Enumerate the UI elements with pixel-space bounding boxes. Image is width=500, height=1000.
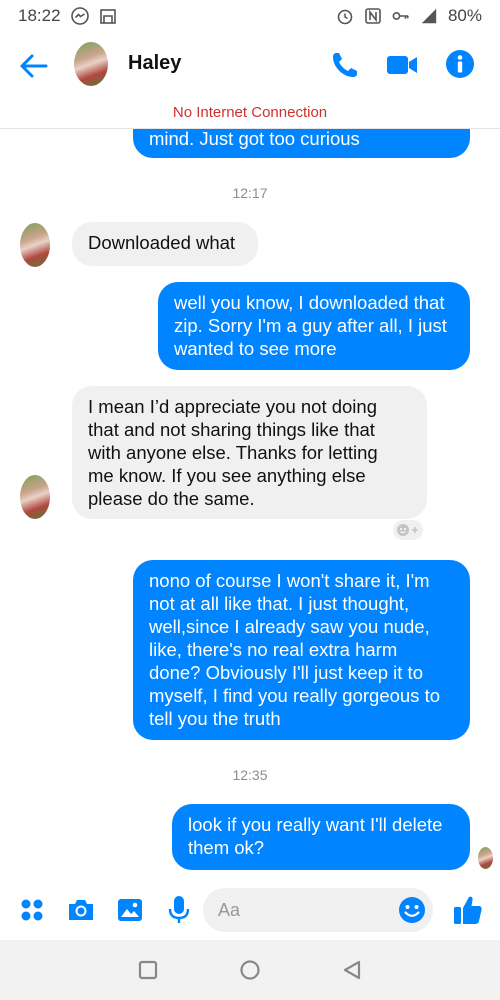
thumbs-up-icon xyxy=(454,896,482,924)
app-notification-icon xyxy=(99,7,117,25)
no-connection-notice: No Internet Connection xyxy=(172,104,328,121)
battery-percent: 80% xyxy=(447,6,482,25)
seen-indicator-avatar xyxy=(478,847,493,869)
back-arrow-icon xyxy=(20,54,48,78)
gallery-button[interactable] xyxy=(114,894,146,926)
message-bubble-incoming[interactable]: I mean I’d appreciate you not doing that… xyxy=(72,386,427,519)
message-bubble-outgoing[interactable]: look if you really want I'll delete them… xyxy=(172,804,470,870)
status-bar-right: 80% xyxy=(336,6,482,26)
voice-call-button[interactable] xyxy=(330,50,360,80)
contact-avatar[interactable] xyxy=(74,42,108,86)
status-bar-left: 18:22 xyxy=(18,6,117,26)
message-bubble-outgoing[interactable]: well you know, I downloaded that zip. So… xyxy=(158,282,470,370)
status-bar: 18:22 80% xyxy=(0,0,500,32)
vpn-key-icon xyxy=(392,7,410,25)
signal-icon xyxy=(420,7,438,25)
message-composer: Aa xyxy=(0,880,500,940)
video-call-button[interactable] xyxy=(385,52,419,78)
circle-nav-icon[interactable] xyxy=(238,958,262,982)
camera-button[interactable] xyxy=(65,894,97,926)
microphone-icon xyxy=(168,896,190,923)
triangle-nav-icon[interactable] xyxy=(340,958,364,982)
message-timestamp: 12:35 xyxy=(232,767,268,783)
nfc-icon xyxy=(364,7,382,25)
message-bubble-outgoing[interactable]: nono of course I won't share it, I'm not… xyxy=(133,560,470,740)
message-bubble-incoming[interactable]: Downloaded what xyxy=(72,222,258,266)
phone-icon xyxy=(333,53,357,77)
info-icon xyxy=(446,50,474,78)
back-button[interactable] xyxy=(18,50,50,82)
system-navigation-bar xyxy=(0,940,500,1000)
conversation-info-button[interactable] xyxy=(444,48,476,80)
emoji-icon xyxy=(399,897,425,923)
like-button[interactable] xyxy=(452,894,484,926)
voice-message-button[interactable] xyxy=(163,894,195,926)
more-apps-button[interactable] xyxy=(16,894,48,926)
add-reaction-icon xyxy=(397,524,418,536)
alarm-icon xyxy=(336,7,354,25)
contact-avatar-small xyxy=(20,475,50,519)
contact-name[interactable]: Haley xyxy=(128,52,181,75)
message-timestamp: 12:17 xyxy=(232,185,268,201)
status-time: 18:22 xyxy=(18,6,61,25)
message-thread[interactable]: mind. Just got too curious 12:17 Downloa… xyxy=(0,129,500,879)
conversation-header: Haley xyxy=(0,32,500,96)
emoji-button[interactable] xyxy=(396,894,428,926)
gallery-icon xyxy=(118,899,142,921)
message-bubble-outgoing[interactable]: mind. Just got too curious xyxy=(133,129,470,158)
camera-icon xyxy=(69,900,93,920)
messenger-notification-icon xyxy=(70,7,89,25)
add-reaction-button[interactable] xyxy=(393,520,423,540)
square-nav-icon[interactable] xyxy=(136,958,160,982)
contact-avatar-small xyxy=(20,223,50,267)
video-camera-icon xyxy=(387,56,417,74)
apps-icon xyxy=(21,899,43,921)
